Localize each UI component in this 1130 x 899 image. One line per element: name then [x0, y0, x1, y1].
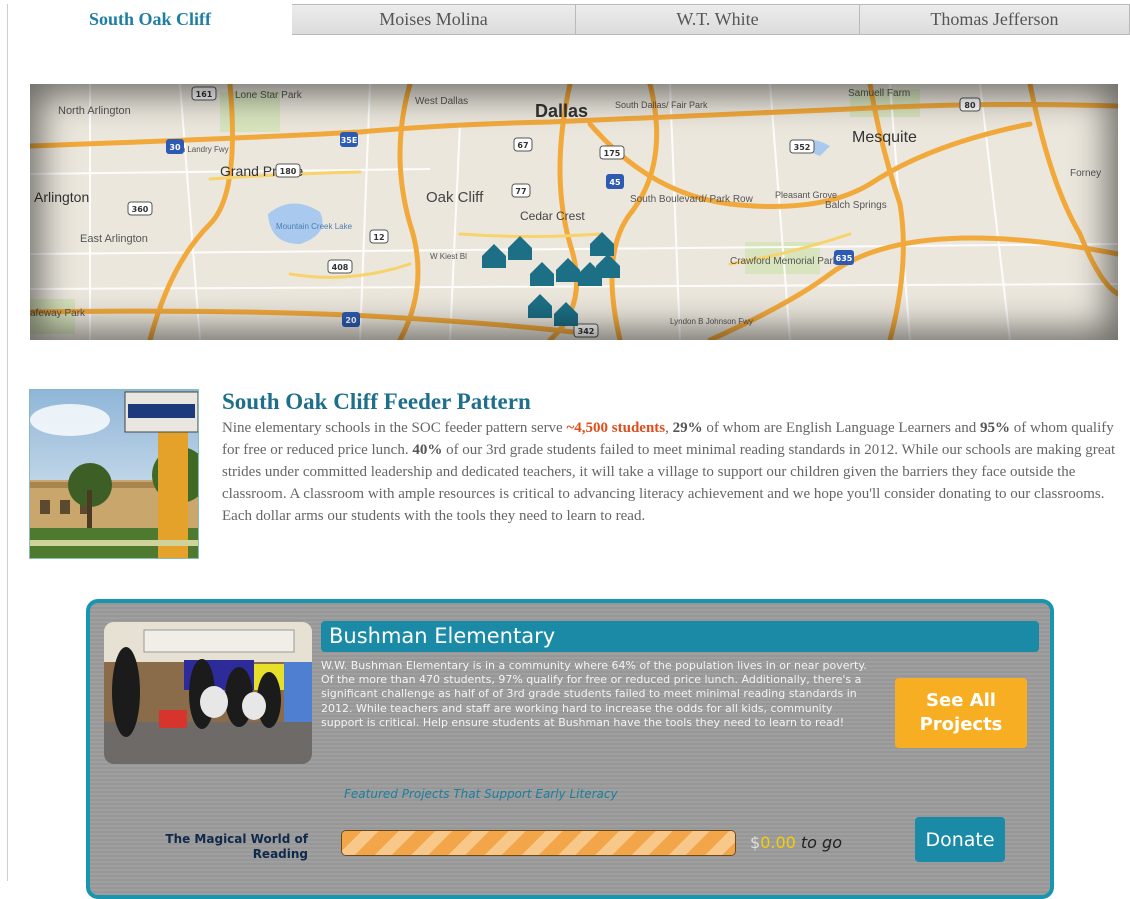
map-label-lbj-fwy: Lyndon B Johnson Fwy: [670, 317, 753, 326]
map-label-samuell-farm: Samuell Farm: [848, 88, 910, 99]
project-name[interactable]: The Magical World of Reading: [130, 832, 308, 862]
svg-text:408: 408: [332, 263, 349, 272]
map-label-mountain-creek-lake: Mountain Creek Lake: [276, 222, 353, 231]
map-label-lone-star-park: Lone Star Park: [235, 90, 303, 101]
shield-635-icon: 635: [834, 250, 854, 265]
shield-175-icon: 175: [599, 145, 625, 160]
map-label-dallas: Dallas: [535, 101, 588, 121]
map-label-cedar-crest: Cedar Crest: [520, 209, 585, 223]
amount-to-go: $0.00 to go: [750, 833, 842, 852]
shield-45-icon: 45: [606, 174, 624, 189]
map-label-oak-cliff: Oak Cliff: [426, 189, 484, 206]
map-label-pleasant-grove: Pleasant Grove: [775, 190, 837, 200]
svg-text:180: 180: [280, 167, 297, 176]
school-description: W.W. Bushman Elementary is in a communit…: [321, 659, 867, 729]
page-left-border: [7, 4, 8, 881]
feeder-text-part: Nine elementary schools in the SOC feede…: [222, 420, 567, 436]
tab-thomas-jefferson[interactable]: Thomas Jefferson: [860, 4, 1130, 35]
tab-moises-molina[interactable]: Moises Molina: [292, 4, 576, 35]
shield-161-icon: 161: [191, 86, 217, 101]
tab-wt-white[interactable]: W.T. White: [576, 4, 860, 35]
featured-projects-label: Featured Projects That Support Early Lit…: [344, 787, 618, 801]
project-progress-fill: [342, 831, 735, 855]
feeder-text-part: ,: [665, 420, 673, 436]
svg-text:635: 635: [836, 254, 853, 263]
currency-symbol: $: [750, 833, 761, 852]
feeder-map[interactable]: North Arlington Lone Star Park West Dall…: [30, 84, 1118, 340]
map-label-north-arlington: North Arlington: [58, 105, 131, 117]
to-go-label: to go: [800, 833, 842, 852]
school-card: Bushman Elementary W.W. Bushman Elementa…: [86, 599, 1054, 899]
student-count-highlight: ~4,500 students: [566, 420, 666, 436]
shield-67-icon: 67: [513, 137, 533, 152]
school-photo: [29, 389, 199, 559]
tab-south-oak-cliff[interactable]: South Oak Cliff: [8, 4, 292, 35]
amount-value: 0.00: [760, 833, 796, 852]
shield-30-icon: 30: [166, 139, 184, 154]
shield-77-icon: 77: [511, 183, 531, 198]
shield-352-icon: 352: [789, 139, 815, 154]
map-label-south-dallas: South Dallas/ Fair Park: [615, 100, 708, 110]
svg-text:360: 360: [132, 205, 149, 214]
svg-text:30: 30: [169, 143, 181, 152]
map-label-forney: Forney: [1070, 168, 1101, 179]
svg-text:20: 20: [345, 316, 357, 325]
map-label-crawford-park: Crawford Memorial Park: [730, 256, 839, 267]
svg-text:342: 342: [578, 327, 595, 336]
project-progress-bar: [341, 830, 736, 856]
map-label-kiest: W Kiest Bl: [430, 252, 467, 261]
svg-text:67: 67: [517, 141, 528, 150]
lunch-percent: 95%: [980, 420, 1011, 436]
svg-text:77: 77: [515, 187, 526, 196]
svg-text:352: 352: [794, 143, 811, 152]
svg-text:175: 175: [604, 149, 621, 158]
shield-20-icon: 20: [342, 312, 360, 327]
feeder-pattern-description: Nine elementary schools in the SOC feede…: [222, 417, 1127, 527]
feeder-text-part: of whom are English Language Learners an…: [702, 420, 981, 436]
svg-text:45: 45: [609, 178, 621, 187]
map-label-mesquite: Mesquite: [852, 129, 917, 146]
map-label-safeway-park: afeway Park: [30, 308, 86, 319]
map-label-south-boulevard: South Boulevard/ Park Row: [630, 194, 754, 205]
shield-360-icon: 360: [127, 201, 153, 216]
donate-button[interactable]: Donate: [915, 817, 1005, 862]
see-all-projects-button[interactable]: See All Projects: [895, 678, 1027, 748]
map-canvas: North Arlington Lone Star Park West Dall…: [30, 84, 1118, 340]
map-label-arlington: Arlington: [34, 189, 89, 205]
svg-text:80: 80: [964, 101, 976, 110]
shield-12-icon: 12: [369, 229, 389, 244]
svg-text:161: 161: [196, 90, 213, 99]
map-label-west-dallas: West Dallas: [415, 96, 468, 107]
shield-80-icon: 80: [959, 97, 981, 112]
feeder-pattern-title: South Oak Cliff Feeder Pattern: [222, 389, 531, 414]
shield-408-icon: 408: [327, 259, 353, 274]
map-label-east-arlington: East Arlington: [80, 233, 148, 245]
svg-text:12: 12: [373, 233, 384, 242]
school-name-header: Bushman Elementary: [321, 621, 1039, 652]
svg-text:35E: 35E: [341, 136, 358, 145]
shield-35e-icon: 35E: [340, 132, 358, 147]
map-label-balch-springs: Balch Springs: [825, 200, 887, 211]
classroom-photo: [104, 622, 312, 764]
shield-180-icon: 180: [275, 163, 301, 178]
ell-percent: 29%: [672, 420, 703, 436]
fail-percent: 40%: [412, 442, 443, 458]
school-tabs: South Oak Cliff Moises Molina W.T. White…: [8, 4, 1130, 36]
